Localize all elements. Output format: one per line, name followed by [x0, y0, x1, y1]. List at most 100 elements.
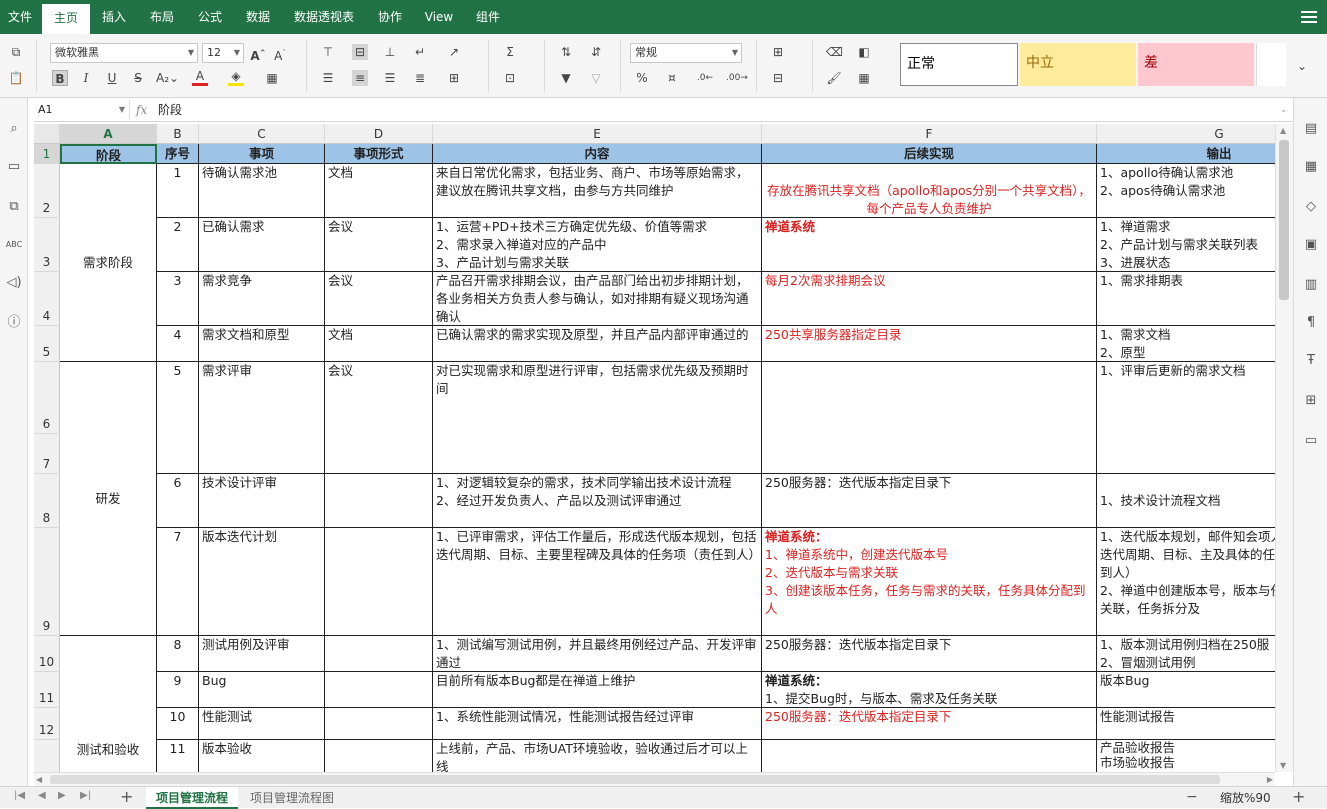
- cell-item-impl[interactable]: 禅道系统: [762, 218, 1097, 272]
- name-box[interactable]: A1 ▼: [34, 100, 130, 120]
- cell-item-content[interactable]: 1、运营+PD+技术三方确定优先级、价值等需求 2、需求录入禅道对应的产品中 3…: [433, 218, 762, 272]
- row-header-12[interactable]: 12: [34, 708, 60, 740]
- cell-item-output[interactable]: 1、需求文档 2、原型: [1097, 326, 1275, 362]
- scroll-up-icon[interactable]: ▲: [1280, 126, 1286, 135]
- underline-icon[interactable]: U: [104, 70, 120, 86]
- col-header-c[interactable]: C: [199, 124, 325, 144]
- cell-item-form[interactable]: [325, 474, 433, 528]
- row-header-1[interactable]: 1: [34, 144, 60, 164]
- cell-item-no[interactable]: 9: [157, 672, 199, 708]
- font-size-select[interactable]: 12 ▼: [202, 43, 244, 63]
- cell-item-form[interactable]: [325, 636, 433, 672]
- menu-tab-view[interactable]: View: [416, 0, 462, 34]
- horizontal-scroll-thumb[interactable]: [50, 775, 1220, 784]
- cell-item-output[interactable]: 性能测试报告: [1097, 708, 1275, 740]
- align-top-icon[interactable]: ⊤: [320, 44, 336, 60]
- text-style-icon[interactable]: Ŧ: [1302, 352, 1320, 370]
- cell-b1-header[interactable]: 序号: [157, 144, 199, 164]
- cell-item-form[interactable]: [325, 528, 433, 636]
- bold-icon[interactable]: B: [52, 70, 68, 86]
- cell-item-no[interactable]: 6: [157, 474, 199, 528]
- align-middle-icon[interactable]: ⊟: [352, 44, 368, 60]
- align-center-icon[interactable]: ≡: [352, 70, 368, 86]
- cell-item-form[interactable]: 会议: [325, 272, 433, 326]
- align-right-icon[interactable]: ☰: [382, 70, 398, 86]
- cell-item-no[interactable]: 10: [157, 708, 199, 740]
- cell-item-form[interactable]: 文档: [325, 326, 433, 362]
- zoom-out-button[interactable]: −: [1186, 787, 1198, 807]
- sheet-tab[interactable]: 项目管理流程图: [240, 787, 344, 809]
- copy-icon[interactable]: ⧉: [8, 44, 24, 60]
- table-format-icon[interactable]: ▦: [856, 70, 872, 86]
- cell-item-output[interactable]: 1、评审后更新的需求文档: [1097, 362, 1275, 474]
- orientation-icon[interactable]: ↗: [446, 44, 462, 60]
- cell-item-content[interactable]: 1、对逻辑较复杂的需求，技术同学输出技术设计流程 2、经过开发负责人、产品以及测…: [433, 474, 762, 528]
- align-bottom-icon[interactable]: ⊥: [382, 44, 398, 60]
- cell-item-form[interactable]: [325, 740, 433, 772]
- spreadsheet-grid[interactable]: A B C D E F G 1 2 3 4 5 6 7 8 9 10 11 12…: [34, 124, 1275, 772]
- panel-icon[interactable]: ▤: [1302, 120, 1320, 138]
- cell-item-no[interactable]: 11: [157, 740, 199, 772]
- cell-item-impl[interactable]: 禅道系统： 1、禅道系统中，创建迭代版本号 2、迭代版本与需求关联 3、创建该版本…: [762, 528, 1097, 636]
- scroll-left-icon[interactable]: ◀: [36, 773, 42, 787]
- row-header-13[interactable]: [34, 740, 60, 772]
- zoom-level[interactable]: 缩放%90: [1220, 787, 1271, 809]
- menu-tab-layout[interactable]: 布局: [140, 0, 184, 34]
- cell-item-name[interactable]: 性能测试: [199, 708, 325, 740]
- cell-item-content[interactable]: 上线前，产品、市场UAT环境验收，验收通过后才可以上线: [433, 740, 762, 772]
- zoom-in-button[interactable]: +: [1292, 787, 1305, 807]
- cell-a1-header[interactable]: 阶段: [60, 144, 157, 164]
- eraser-icon[interactable]: ⌫: [826, 44, 843, 60]
- cell-e1-header[interactable]: 内容: [433, 144, 762, 164]
- menu-tab-insert[interactable]: 插入: [92, 0, 136, 34]
- cell-item-name[interactable]: 需求文档和原型: [199, 326, 325, 362]
- cell-item-form[interactable]: [325, 708, 433, 740]
- align-left-icon[interactable]: ☰: [320, 70, 336, 86]
- row-header-2[interactable]: 2: [34, 164, 60, 218]
- row-header-3[interactable]: 3: [34, 218, 60, 272]
- speaker-icon[interactable]: ◁): [5, 274, 23, 292]
- review-icon[interactable]: ⧉: [5, 198, 23, 216]
- cell-item-content[interactable]: 产品召开需求排期会议，由产品部门给出初步排期计划，各业务相关方负责人参与确认，如…: [433, 272, 762, 326]
- cell-item-no[interactable]: 7: [157, 528, 199, 636]
- format-cells-icon[interactable]: ⊡: [502, 70, 518, 86]
- cell-item-output[interactable]: 1、apollo待确认需求池 2、apos待确认需求池: [1097, 164, 1275, 218]
- decrease-decimal-icon[interactable]: .0←: [696, 70, 714, 86]
- number-format-select[interactable]: 常规 ▼: [630, 43, 742, 63]
- sort-asc-icon[interactable]: ⇅: [558, 44, 574, 60]
- spellcheck-icon[interactable]: ABC: [5, 236, 23, 254]
- col-header-e[interactable]: E: [433, 124, 762, 144]
- menu-file[interactable]: 文件: [0, 0, 40, 34]
- image-icon[interactable]: ▣: [1302, 236, 1320, 254]
- cell-item-name[interactable]: Bug: [199, 672, 325, 708]
- subscript-icon[interactable]: A₂⌄: [156, 70, 179, 86]
- col-header-a[interactable]: A: [60, 124, 157, 144]
- cell-item-output[interactable]: 1、需求排期表: [1097, 272, 1275, 326]
- paragraph-icon[interactable]: ¶: [1302, 314, 1320, 332]
- pivot-icon[interactable]: ⊞: [1302, 392, 1320, 410]
- filter-icon[interactable]: ▼: [558, 70, 574, 86]
- increase-decimal-icon[interactable]: .00→: [726, 70, 748, 86]
- col-header-d[interactable]: D: [325, 124, 433, 144]
- cell-item-no[interactable]: 3: [157, 272, 199, 326]
- cell-item-name[interactable]: 需求竞争: [199, 272, 325, 326]
- row-header-9[interactable]: 9: [34, 528, 60, 636]
- fill-color-icon[interactable]: ◈: [228, 70, 244, 86]
- cell-item-name[interactable]: 版本验收: [199, 740, 325, 772]
- cell-item-name[interactable]: 技术设计评审: [199, 474, 325, 528]
- table-icon[interactable]: ▦: [1302, 158, 1320, 176]
- scroll-right-icon[interactable]: ▶: [1267, 773, 1273, 787]
- cell-item-output[interactable]: 1、技术设计流程文档: [1097, 474, 1275, 528]
- cell-d1-header[interactable]: 事项形式: [325, 144, 433, 164]
- stage-cell-requirement[interactable]: 需求阶段: [60, 164, 157, 362]
- search-icon[interactable]: ⌕: [5, 120, 23, 138]
- cell-item-name[interactable]: 需求评审: [199, 362, 325, 474]
- cell-item-content[interactable]: 1、已评审需求，评估工作量后，形成迭代版本规划，包括迭代周期、目标、主要里程碑及…: [433, 528, 762, 636]
- cell-item-content[interactable]: 目前所有版本Bug都是在禅道上维护: [433, 672, 762, 708]
- cell-item-impl[interactable]: 250服务器：迭代版本指定目录下: [762, 636, 1097, 672]
- add-sheet-icon[interactable]: +: [120, 787, 133, 807]
- row-header-4[interactable]: 4: [34, 272, 60, 326]
- cell-item-impl[interactable]: [762, 362, 1097, 474]
- row-header-11[interactable]: 11: [34, 672, 60, 708]
- select-all-corner[interactable]: [34, 124, 60, 144]
